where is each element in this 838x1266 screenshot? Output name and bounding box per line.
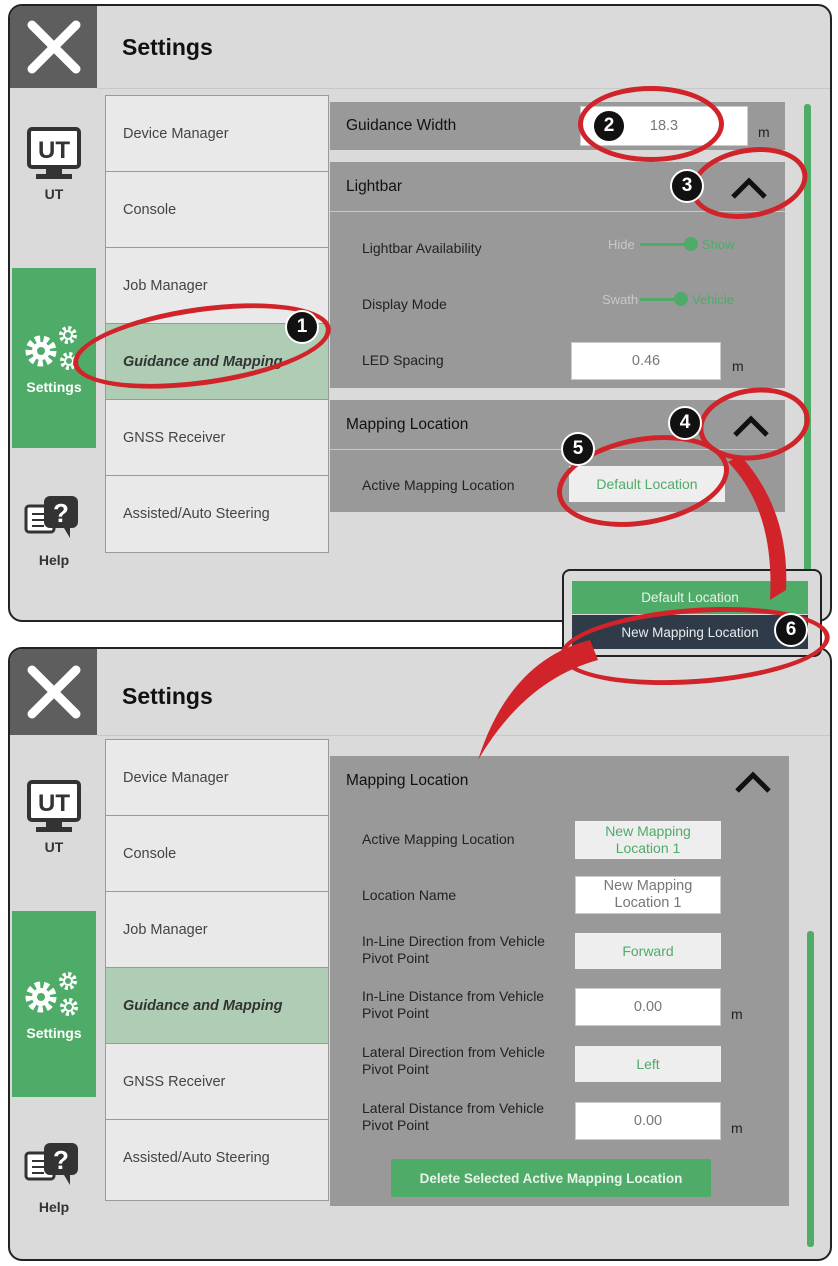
mapping-location-title-bottom: Mapping Location — [346, 772, 469, 789]
close-icon — [27, 20, 80, 74]
callout-badge-1: 1 — [285, 310, 319, 344]
lateral-direction-select[interactable]: Left — [575, 1046, 721, 1082]
callout-badge-4: 4 — [668, 406, 702, 440]
led-spacing-label: LED Spacing — [362, 352, 444, 368]
help-chat-icon: ? — [24, 1143, 78, 1185]
nav-settings-bottom[interactable]: Settings — [12, 911, 96, 1097]
callout-badge-3: 3 — [670, 169, 704, 203]
nav-help[interactable]: ? Help — [12, 492, 96, 582]
nav-ut-label: UT — [44, 186, 64, 202]
location-name-input[interactable]: New Mapping Location 1 — [575, 876, 721, 914]
inline-distance-label: In-Line Distance from Vehicle Pivot Poin… — [362, 988, 545, 1021]
mapping-collapse-chevron-icon[interactable] — [734, 770, 772, 794]
lateral-distance-input[interactable]: 0.00 — [575, 1102, 721, 1140]
ut-monitor-icon: UT — [27, 127, 81, 179]
availability-off-label: Hide — [608, 237, 635, 252]
top-screen: Settings UT UT Settings ? Help Device Ma… — [8, 4, 832, 622]
page-title: Settings — [122, 34, 213, 60]
mapping-location-title: Mapping Location — [346, 415, 469, 433]
nav-help-label: Help — [38, 552, 70, 568]
callout-badge-6: 6 — [774, 613, 808, 647]
display-mode-label: Display Mode — [362, 296, 447, 312]
menu-item-guidance-mapping[interactable]: Guidance and Mapping — [106, 968, 328, 1044]
nav-help-bottom[interactable]: ? Help — [12, 1139, 96, 1229]
nav-ut[interactable]: UT UT — [12, 126, 96, 216]
inline-distance-unit: m — [731, 1006, 743, 1022]
lateral-distance-unit: m — [731, 1120, 743, 1136]
svg-text:?: ? — [53, 498, 69, 528]
menu-item-gnss-receiver[interactable]: GNSS Receiver — [106, 1044, 328, 1120]
nav-ut-bottom[interactable]: UT UT — [12, 779, 96, 869]
page-title-bottom: Settings — [122, 683, 213, 709]
nav-ut-label-bottom: UT — [44, 839, 64, 855]
inline-distance-input[interactable]: 0.00 — [575, 988, 721, 1026]
delete-mapping-location-button[interactable]: Delete Selected Active Mapping Location — [391, 1159, 711, 1197]
availability-track — [640, 243, 686, 246]
mapping-location-panel-bottom: Mapping Location Active Mapping Location… — [330, 756, 789, 1206]
header-divider — [97, 88, 830, 89]
nav-settings-label-bottom: Settings — [26, 1025, 82, 1041]
menu-item-auto-steering[interactable]: Assisted/Auto Steering — [106, 476, 328, 552]
bottom-screen: Settings UT UT Settings ? Help Device Ma… — [8, 647, 832, 1261]
mapping-location-header-bottom[interactable]: Mapping Location — [330, 756, 789, 806]
display-knob — [674, 292, 688, 306]
close-icon — [27, 665, 80, 719]
settings-menu-bottom: Device Manager Console Job Manager Guida… — [105, 739, 329, 1201]
inline-direction-label: In-Line Direction from Vehicle Pivot Poi… — [362, 933, 545, 966]
guidance-width-unit: m — [758, 124, 770, 140]
availability-knob — [684, 237, 698, 251]
display-off-label: Swath — [602, 292, 639, 307]
menu-item-console[interactable]: Console — [106, 816, 328, 892]
location-name-label: Location Name — [362, 887, 457, 903]
guidance-width-label: Guidance Width — [346, 117, 457, 134]
menu-item-auto-steering[interactable]: Assisted/Auto Steering — [106, 1120, 328, 1196]
active-mapping-location-label: Active Mapping Location — [362, 831, 515, 847]
lateral-direction-label: Lateral Direction from Vehicle Pivot Poi… — [362, 1044, 545, 1077]
svg-text:UT: UT — [38, 790, 70, 817]
menu-item-device-manager[interactable]: Device Manager — [106, 740, 328, 816]
inline-direction-select[interactable]: Forward — [575, 933, 721, 969]
availability-on-label: Show — [702, 237, 735, 252]
help-chat-icon: ? — [24, 496, 78, 538]
lightbar-title: Lightbar — [346, 177, 403, 195]
active-mapping-location-select[interactable]: New Mapping Location 1 — [575, 821, 721, 859]
svg-text:UT: UT — [38, 137, 70, 164]
menu-item-console[interactable]: Console — [106, 172, 328, 248]
gears-icon — [25, 972, 78, 1016]
menu-item-job-manager[interactable]: Job Manager — [106, 892, 328, 968]
callout-badge-2: 2 — [592, 109, 626, 143]
ut-monitor-icon: UT — [27, 780, 81, 832]
nav-settings-label: Settings — [26, 379, 82, 395]
close-button[interactable] — [10, 6, 97, 88]
scrollbar-bottom[interactable] — [807, 931, 814, 1247]
led-spacing-unit: m — [732, 358, 744, 374]
lightbar-availability-label: Lightbar Availability — [362, 240, 482, 256]
led-spacing-input[interactable]: 0.46 — [571, 342, 721, 380]
lateral-distance-label: Lateral Distance from Vehicle Pivot Poin… — [362, 1100, 545, 1133]
nav-help-label-bottom: Help — [38, 1199, 70, 1215]
callout-badge-5: 5 — [561, 432, 595, 466]
svg-text:?: ? — [53, 1145, 69, 1175]
close-button-bottom[interactable] — [10, 649, 97, 735]
menu-item-gnss-receiver[interactable]: GNSS Receiver — [106, 400, 328, 476]
menu-item-device-manager[interactable]: Device Manager — [106, 96, 328, 172]
header-divider-bottom — [97, 735, 830, 736]
display-on-label: Vehicle — [692, 292, 734, 307]
active-mapping-location-label: Active Mapping Location — [362, 477, 515, 493]
